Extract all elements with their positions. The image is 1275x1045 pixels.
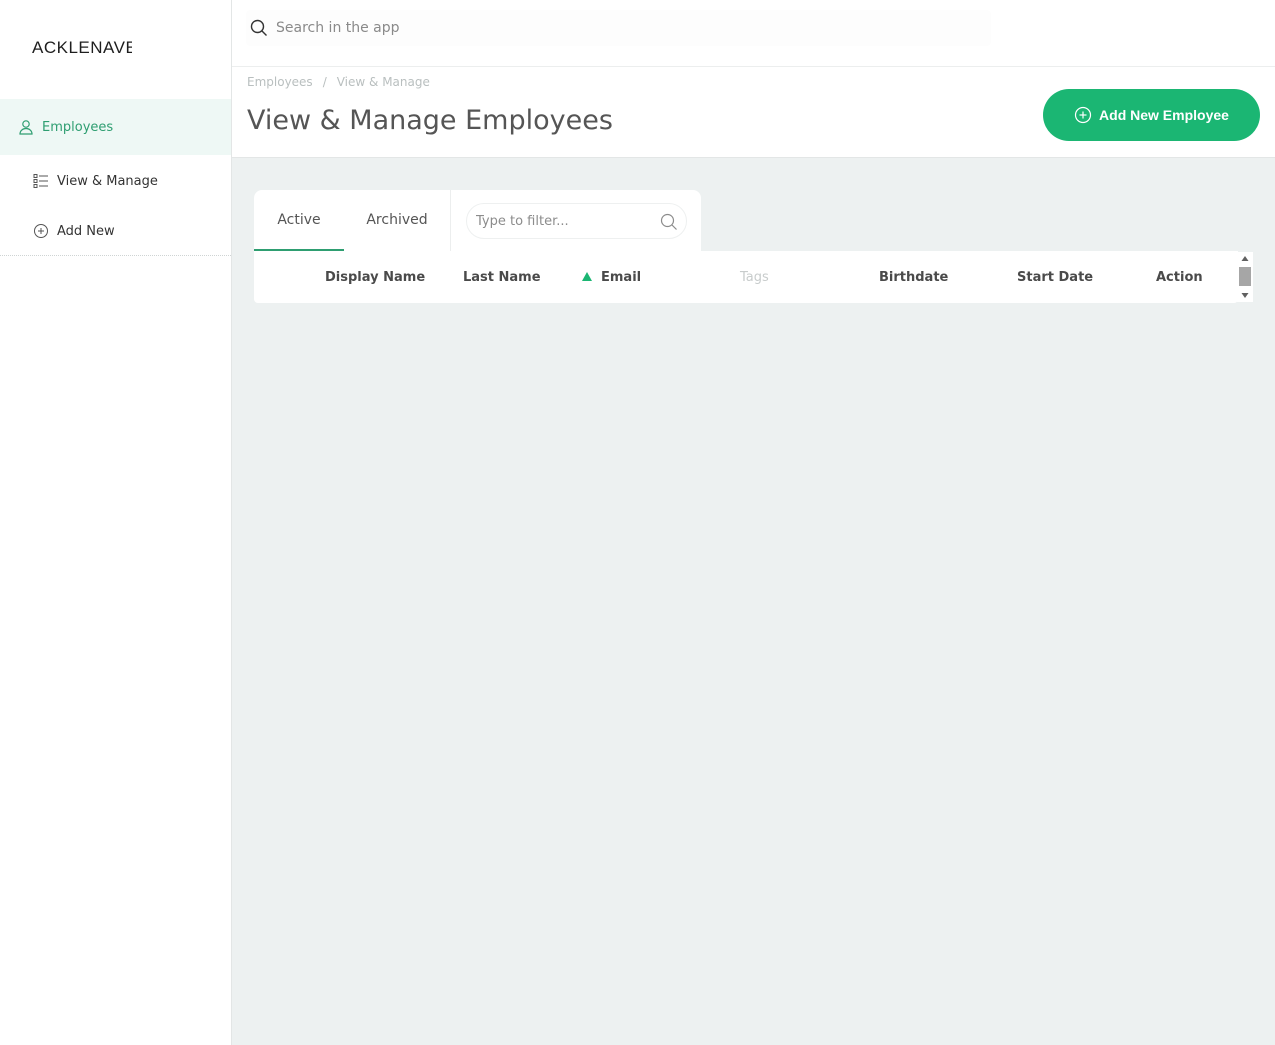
- tab-active[interactable]: Active: [254, 190, 344, 251]
- search-icon[interactable]: [660, 213, 678, 231]
- search-icon: [250, 18, 270, 38]
- sidebar-item-employees[interactable]: Employees: [0, 99, 231, 155]
- plus-circle-icon: [33, 223, 49, 239]
- list-icon: [33, 173, 49, 189]
- sort-ascending-icon: [581, 271, 593, 283]
- tab-label: Archived: [366, 212, 428, 228]
- table-header: Display Name Last Name Email Tags Birthd…: [254, 251, 1238, 303]
- scroll-down-arrow-icon[interactable]: [1241, 291, 1249, 299]
- filter-input[interactable]: [476, 213, 656, 229]
- top-bar: [232, 0, 1275, 67]
- main-content: Active Archived Display Name Last Name E…: [232, 158, 1275, 1045]
- breadcrumb-item-view-manage: View & Manage: [336, 75, 430, 89]
- table-scrollbar[interactable]: [1237, 252, 1253, 302]
- global-search: [246, 10, 991, 46]
- page-title: View & Manage Employees: [247, 105, 613, 136]
- sidebar-item-view-manage[interactable]: View & Manage: [0, 166, 231, 196]
- tab-label: Active: [277, 211, 321, 228]
- app-logo[interactable]: ACKLENAVENUE: [32, 38, 132, 60]
- breadcrumb: Employees / View & Manage: [247, 75, 430, 89]
- column-header-last-name[interactable]: Last Name: [463, 251, 541, 303]
- sidebar-item-add-new[interactable]: Add New: [0, 216, 231, 246]
- sidebar-divider: [0, 255, 231, 256]
- column-header-action: Action: [1156, 269, 1203, 285]
- search-input[interactable]: [276, 20, 876, 36]
- scroll-up-arrow-icon[interactable]: [1241, 255, 1249, 263]
- user-icon: [18, 119, 34, 135]
- scrollbar-thumb[interactable]: [1239, 267, 1251, 286]
- page-header: Employees / View & Manage View & Manage …: [232, 67, 1275, 158]
- column-header-tags: Tags: [740, 269, 769, 285]
- plus-circle-icon: [1074, 106, 1092, 124]
- breadcrumb-item-employees[interactable]: Employees: [247, 75, 313, 89]
- sidebar-item-label: View & Manage: [57, 173, 158, 189]
- tabs-panel: Active Archived: [254, 190, 701, 252]
- sidebar-item-label: Add New: [57, 223, 115, 239]
- sidebar-item-label: Employees: [42, 119, 114, 135]
- column-header-email[interactable]: Email: [581, 251, 641, 303]
- tab-archived[interactable]: Archived: [344, 190, 450, 250]
- column-header-start-date[interactable]: Start Date: [1017, 251, 1093, 303]
- filter-box: [466, 203, 687, 239]
- column-header-display-name[interactable]: Display Name: [325, 251, 425, 303]
- column-header-label: Email: [601, 269, 642, 285]
- add-new-employee-button[interactable]: Add New Employee: [1043, 89, 1260, 141]
- breadcrumb-separator: /: [322, 75, 327, 89]
- sidebar: ACKLENAVENUE Employees View & Manage: [0, 0, 232, 1045]
- tab-divider: [450, 190, 451, 252]
- column-header-birthdate[interactable]: Birthdate: [879, 251, 948, 303]
- add-new-employee-label: Add New Employee: [1099, 107, 1229, 123]
